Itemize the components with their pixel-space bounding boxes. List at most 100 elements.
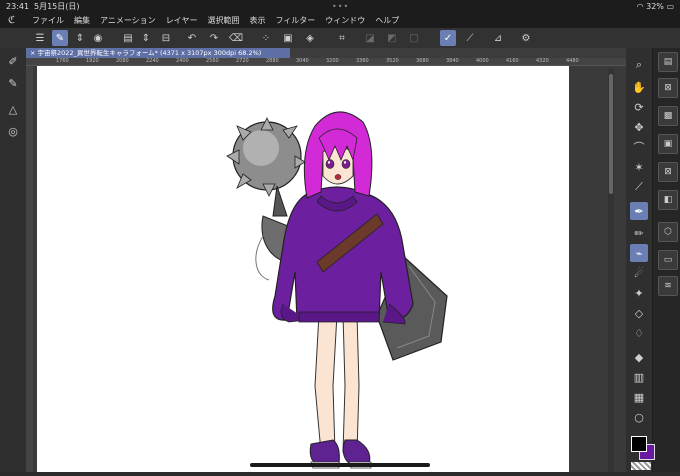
ruler-tick-label: 1920: [86, 58, 99, 64]
scroll-thumb[interactable]: [609, 74, 613, 194]
ruler-tick-label: 4160: [506, 58, 519, 64]
status-right: ◠ 32% ▭: [637, 0, 674, 14]
left-tool-strip: ✐ ✎ △ ◎: [0, 48, 26, 472]
menu-animation[interactable]: アニメーション: [100, 14, 156, 28]
battery-icon: ▭: [666, 2, 674, 11]
command-bar: ☰ ✎ ⇕ ◉ ▤ ⇕ ⊟ ↶ ↷ ⌫ ⁘ ▣ ◈ ⌗ ◪ ◩ □ ✓ ⟋ ⊿ …: [0, 28, 680, 49]
status-bar: 23:41 5月15日(日) ••• ◠ 32% ▭: [0, 0, 680, 14]
menu-selection[interactable]: 選択範囲: [207, 14, 239, 28]
settings-gear-icon[interactable]: ⚙: [518, 30, 534, 46]
menu-filter[interactable]: フィルター: [275, 14, 315, 28]
save-icon[interactable]: ⊟: [158, 30, 174, 46]
color-set-icon[interactable]: ⊠: [658, 162, 678, 182]
magic-wand-icon[interactable]: ✶: [630, 158, 648, 176]
pen-icon[interactable]: ✒: [630, 202, 648, 220]
menu-view[interactable]: 表示: [249, 14, 265, 28]
side-panel-buttons: ▤ ⊠ ▩ ▣ ⊠ ◧ ⬡ ▭ ≋: [652, 48, 680, 472]
menu-list: ファイル 編集 アニメーション レイヤー 選択範囲 表示 フィルター ウィンドウ…: [32, 14, 409, 28]
ruler-tick-label: 4480: [566, 58, 579, 64]
brush-size-icon[interactable]: ▩: [658, 106, 678, 126]
document-title: 宇宙祭2022_異世界転生キャラフォーム* (4371 x 3107px 300…: [37, 49, 262, 57]
shape-icon[interactable]: ○: [630, 408, 648, 426]
vertical-ruler: [26, 66, 33, 472]
quick-access-icon[interactable]: ✎: [52, 30, 68, 46]
layer-list-icon[interactable]: ▭: [658, 250, 678, 270]
decoration-icon[interactable]: ✦: [630, 284, 648, 302]
new-file-icon[interactable]: ▤: [120, 30, 136, 46]
move-icon[interactable]: ✥: [630, 118, 648, 136]
menu-layer[interactable]: レイヤー: [166, 14, 198, 28]
ruler-tick-label: 2720: [236, 58, 249, 64]
navigator-icon[interactable]: ▤: [658, 52, 678, 72]
pen-reference-icon[interactable]: ✓: [440, 30, 456, 46]
menu-file[interactable]: ファイル: [32, 14, 64, 28]
battery-level: 32%: [646, 2, 664, 11]
wifi-icon: ◠: [636, 2, 644, 11]
invert-selection-icon[interactable]: ▣: [280, 30, 296, 46]
ruler-icon[interactable]: △: [4, 100, 22, 118]
selection-clear-icon[interactable]: ⁘: [258, 30, 274, 46]
material-icon[interactable]: ◧: [658, 190, 678, 210]
lasso-icon[interactable]: ⌒: [630, 138, 648, 156]
brush-icon[interactable]: ⌁: [630, 244, 648, 262]
home-indicator[interactable]: [250, 463, 430, 467]
mace-head: [226, 117, 306, 197]
color-circle-icon[interactable]: ◎: [4, 122, 22, 140]
layers-icon[interactable]: ≋: [658, 276, 678, 296]
sub-view-icon[interactable]: ⊠: [658, 78, 678, 98]
menu-edit[interactable]: 編集: [74, 14, 90, 28]
ruler-snap-icon[interactable]: ⟋: [462, 30, 478, 46]
document-area: × 宇宙祭2022_異世界転生キャラフォーム* (4371 x 3107px 3…: [26, 48, 626, 472]
line-snap-icon[interactable]: ⊿: [490, 30, 506, 46]
brush-settings-icon[interactable]: ✐: [4, 52, 22, 70]
layer-frame-icon[interactable]: □: [406, 30, 422, 46]
chevron-updown-icon[interactable]: ⇕: [72, 30, 88, 46]
eraser-icon[interactable]: ◇: [630, 304, 648, 322]
menu-help[interactable]: ヘルプ: [375, 14, 399, 28]
hand-icon[interactable]: ✋: [630, 78, 648, 96]
main-color-swatch[interactable]: [631, 436, 647, 452]
fill-icon[interactable]: ◆: [630, 348, 648, 366]
vertical-scrollbar[interactable]: [608, 68, 614, 472]
multitask-dots[interactable]: •••: [332, 0, 349, 14]
airbrush-icon[interactable]: ☄: [630, 264, 648, 282]
ruler-tick-label: 3840: [446, 58, 459, 64]
ruler-tick-label: 2400: [176, 58, 189, 64]
eyedropper-icon[interactable]: ⟋: [630, 178, 648, 196]
flip-icon[interactable]: ◪: [362, 30, 378, 46]
ruler-tick-label: 3520: [386, 58, 399, 64]
ruler-tick-label: 3360: [356, 58, 369, 64]
horizontal-ruler: 1760 1920 2080 2240 2400 2560 2720 2880 3040 3200…: [26, 58, 626, 66]
transform-icon[interactable]: ◈: [302, 30, 318, 46]
illustration: [226, 111, 448, 469]
app-logo-icon[interactable]: ℭ: [8, 15, 20, 27]
status-date: 5月15日(日): [34, 2, 80, 11]
blend-icon[interactable]: ♢: [630, 324, 648, 342]
tab-bar-empty: [290, 48, 626, 58]
redo-icon[interactable]: ↷: [206, 30, 222, 46]
layer-property-icon[interactable]: ⬡: [658, 222, 678, 242]
brush-pen-icon[interactable]: ✎: [4, 74, 22, 92]
gradient-icon[interactable]: ▥: [630, 368, 648, 386]
status-time: 23:41: [6, 2, 30, 11]
tool-property-icon[interactable]: ▣: [658, 134, 678, 154]
crop-icon[interactable]: ⌗: [334, 30, 350, 46]
ruler-tick-label: 2880: [266, 58, 279, 64]
menu-window[interactable]: ウィンドウ: [325, 14, 365, 28]
frame-icon[interactable]: ▦: [630, 388, 648, 406]
transparent-color-swatch[interactable]: [631, 462, 651, 470]
ruler-tick-label: 3040: [296, 58, 309, 64]
document-tab[interactable]: × 宇宙祭2022_異世界転生キャラフォーム* (4371 x 3107px 3…: [26, 48, 290, 58]
zoom-icon[interactable]: ⌕: [630, 56, 648, 74]
camera-icon[interactable]: ◉: [90, 30, 106, 46]
undo-icon[interactable]: ↶: [184, 30, 200, 46]
chevron-updown-icon-2[interactable]: ⇕: [138, 30, 154, 46]
clear-icon[interactable]: ⌫: [228, 30, 244, 46]
hamburger-menu-icon[interactable]: ☰: [32, 30, 48, 46]
mask-icon[interactable]: ◩: [384, 30, 400, 46]
rotate-icon[interactable]: ⟳: [630, 98, 648, 116]
pencil-icon[interactable]: ✏: [630, 224, 648, 242]
tool-palette: ⌕ ✋ ⟳ ✥ ⌒ ✶ ⟋ ✒ ✏ ⌁ ☄ ✦ ◇ ♢ ◆ ▥ ▦ ○: [626, 48, 652, 472]
drawing-canvas[interactable]: [37, 66, 569, 472]
close-tab-icon[interactable]: ×: [30, 49, 35, 57]
